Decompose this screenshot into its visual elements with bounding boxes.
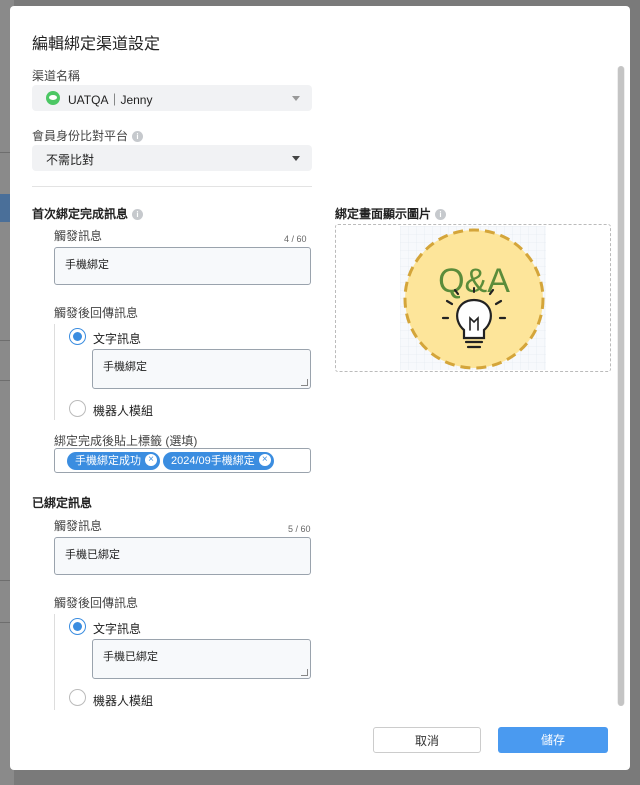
tag-chip-label: 2024/09手機綁定 (171, 455, 255, 467)
scrollbar-thumb[interactable] (618, 66, 624, 706)
member-match-label: 會員身份比對平台 i (32, 127, 144, 144)
reply-group-line (54, 614, 55, 710)
first-trigger-counter: 4 / 60 (284, 234, 307, 244)
bound-trigger-counter: 5 / 60 (288, 524, 311, 534)
edit-binding-modal: 編輯綁定渠道設定 渠道名稱 UATQA｜Jenny 會員身份比對平台 i 不需比對… (10, 6, 630, 770)
tags-label: 綁定完成後貼上標籤 (選填) (54, 434, 198, 448)
info-icon[interactable]: i (435, 209, 447, 221)
save-button[interactable]: 儲存 (498, 727, 608, 753)
first-option-text-label: 文字訊息 (93, 332, 142, 346)
image-label-text: 綁定畫面顯示圖片 (335, 207, 432, 221)
tags-input[interactable]: 手機綁定成功 × 2024/09手機綁定 × (54, 448, 311, 473)
section-divider (32, 186, 312, 187)
bound-option-bot-label: 機器人模組 (93, 694, 154, 708)
info-icon[interactable]: i (132, 209, 144, 221)
channel-select[interactable]: UATQA｜Jenny (32, 85, 312, 111)
bound-trigger-input[interactable]: 手機已綁定 (54, 537, 311, 575)
chevron-down-icon (292, 156, 300, 161)
image-label: 綁定畫面顯示圖片 i (335, 205, 447, 222)
first-option-bot-radio[interactable] (69, 400, 86, 417)
bound-reply-input[interactable]: 手機已綁定 (92, 639, 311, 679)
first-reply-input[interactable]: 手機綁定 (92, 349, 311, 389)
chevron-down-icon (292, 96, 300, 101)
cancel-button[interactable]: 取消 (373, 727, 481, 753)
bound-option-bot-radio[interactable] (69, 689, 86, 706)
close-icon[interactable]: × (258, 454, 271, 467)
resize-handle[interactable] (301, 669, 308, 676)
first-trigger-label: 觸發訊息 (54, 229, 103, 243)
first-option-text-radio[interactable] (69, 328, 86, 345)
resize-handle[interactable] (301, 379, 308, 386)
image-upload-box[interactable]: Q&A (335, 224, 611, 372)
bound-option-text-label: 文字訊息 (93, 622, 142, 636)
channel-name-label: 渠道名稱 (32, 69, 81, 83)
close-icon[interactable]: × (145, 454, 157, 467)
first-reply-input-value: 手機綁定 (103, 361, 147, 373)
member-match-select-value: 不需比對 (46, 153, 95, 167)
bound-reply-label: 觸發後回傳訊息 (54, 596, 139, 610)
member-match-label-text: 會員身份比對平台 (32, 129, 129, 143)
bound-trigger-input-value: 手機已綁定 (65, 549, 120, 561)
first-trigger-input[interactable]: 手機綁定 (54, 247, 311, 285)
qa-text: Q&A (438, 262, 510, 300)
tag-chip: 2024/09手機綁定 × (163, 452, 274, 470)
first-bind-title: 首次綁定完成訊息 i (32, 205, 144, 222)
bound-option-text-radio[interactable] (69, 618, 86, 635)
first-bind-title-text: 首次綁定完成訊息 (32, 207, 129, 221)
first-trigger-input-value: 手機綁定 (65, 259, 109, 271)
first-option-bot-label: 機器人模組 (93, 404, 154, 418)
tag-chip: 手機綁定成功 × (67, 452, 160, 470)
modal-title: 編輯綁定渠道設定 (32, 36, 161, 53)
reply-group-line (54, 324, 55, 420)
channel-select-value: UATQA｜Jenny (68, 93, 153, 107)
line-app-icon (46, 91, 60, 105)
info-icon[interactable]: i (132, 131, 144, 143)
member-match-select[interactable]: 不需比對 (32, 145, 312, 171)
bound-reply-input-value: 手機已綁定 (103, 651, 158, 663)
qa-lightbulb-image: Q&A (400, 226, 546, 370)
bound-trigger-label: 觸發訊息 (54, 519, 103, 533)
first-reply-label: 觸發後回傳訊息 (54, 306, 139, 320)
already-bound-title: 已綁定訊息 (32, 496, 93, 510)
background-nav-highlight (0, 194, 10, 222)
tag-chip-label: 手機綁定成功 (75, 455, 141, 467)
